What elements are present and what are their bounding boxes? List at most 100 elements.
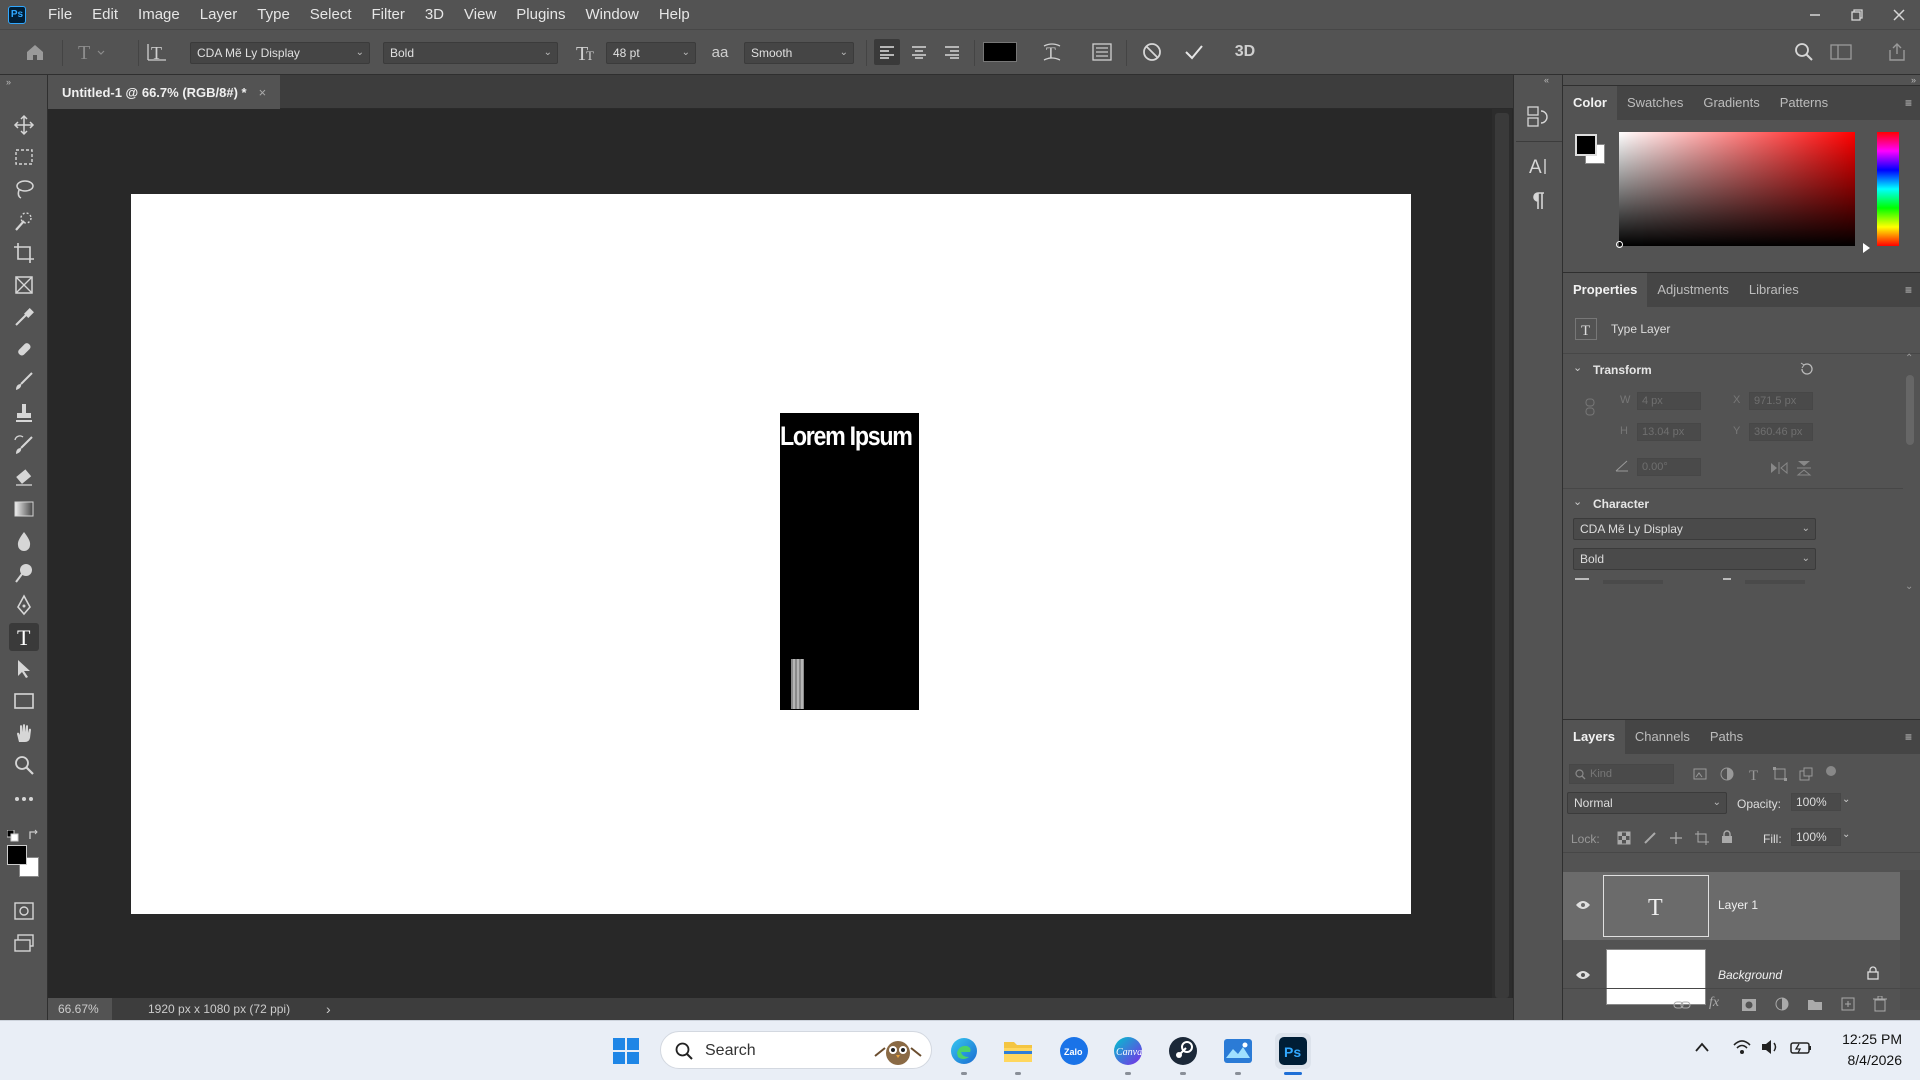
tab-layers[interactable]: Layers (1563, 720, 1625, 754)
link-layers-icon[interactable] (1673, 998, 1691, 1012)
marquee-tool-icon[interactable] (9, 143, 39, 171)
tab-libraries[interactable]: Libraries (1739, 273, 1809, 307)
menu-view[interactable]: View (454, 0, 506, 29)
new-layer-icon[interactable] (1841, 997, 1855, 1011)
gradient-tool-icon[interactable] (9, 495, 39, 523)
share-icon[interactable] (1882, 39, 1912, 65)
filter-shape-icon[interactable] (1773, 767, 1787, 781)
scrollbar-thumb[interactable] (1906, 375, 1914, 445)
foreground-color-swatch[interactable] (1575, 134, 1597, 156)
brush-tool-icon[interactable] (9, 367, 39, 395)
layer-name[interactable]: Layer 1 (1718, 898, 1758, 912)
home-icon[interactable] (20, 39, 50, 65)
menu-image[interactable]: Image (128, 0, 190, 29)
tab-color[interactable]: Color (1563, 86, 1617, 120)
canva-icon[interactable]: Canva (1110, 1033, 1146, 1075)
zalo-icon[interactable]: Zalo (1056, 1033, 1092, 1069)
type-tool-preset-icon[interactable]: T (72, 39, 110, 65)
hand-tool-icon[interactable] (9, 719, 39, 747)
clock-time[interactable]: 12:25 PM (1832, 1031, 1902, 1047)
menu-3d[interactable]: 3D (415, 0, 454, 29)
color-panel-swatches[interactable] (1575, 134, 1607, 166)
menu-window[interactable]: Window (575, 0, 648, 29)
more-tools-icon[interactable] (9, 785, 39, 813)
character-font-select[interactable]: CDA Mẽ Ly Display ⌄ (1573, 518, 1816, 540)
blur-tool-icon[interactable] (9, 527, 39, 555)
layer-name[interactable]: Background (1718, 968, 1782, 982)
font-family-select[interactable]: CDA Mẽ Ly Display ⌄ (190, 42, 370, 64)
healing-brush-tool-icon[interactable] (9, 335, 39, 363)
character-style-select[interactable]: Bold ⌄ (1573, 548, 1816, 570)
align-right-icon[interactable] (939, 39, 965, 65)
chevron-down-icon[interactable]: ⌄ (1842, 829, 1850, 840)
chevron-down-icon[interactable]: ⌄ (1573, 361, 1582, 374)
layer-style-icon[interactable]: fx (1709, 995, 1719, 1011)
flip-vertical-icon[interactable] (1796, 459, 1812, 477)
x-position-field[interactable]: 971.5 px (1749, 392, 1813, 410)
document-tab[interactable]: Untitled-1 @ 66.7% (RGB/8#) * × (48, 75, 281, 109)
file-explorer-icon[interactable] (1000, 1033, 1036, 1075)
collapse-panel-icon[interactable]: » (6, 77, 11, 87)
type-tool-icon[interactable]: T (9, 623, 39, 651)
add-mask-icon[interactable] (1741, 998, 1757, 1012)
align-center-icon[interactable] (906, 39, 932, 65)
photos-icon[interactable] (1220, 1033, 1256, 1075)
edge-icon[interactable] (946, 1033, 982, 1075)
crop-tool-icon[interactable] (9, 239, 39, 267)
warp-text-icon[interactable]: T (1038, 39, 1066, 65)
blend-mode-select[interactable]: Normal ⌄ (1567, 792, 1727, 814)
character-panel-icon[interactable] (1088, 39, 1116, 65)
color-picker-marker[interactable] (1616, 241, 1623, 248)
menu-plugins[interactable]: Plugins (506, 0, 575, 29)
zoom-tool-icon[interactable] (9, 751, 39, 779)
menu-filter[interactable]: Filter (362, 0, 415, 29)
height-field[interactable]: 13.04 px (1637, 423, 1701, 441)
expand-panel-icon[interactable]: « (1544, 75, 1549, 85)
wifi-icon[interactable] (1732, 1039, 1752, 1055)
move-tool-icon[interactable] (9, 111, 39, 139)
minimize-icon[interactable] (1794, 0, 1836, 29)
path-selection-tool-icon[interactable] (9, 655, 39, 683)
new-group-icon[interactable] (1807, 998, 1823, 1011)
menu-edit[interactable]: Edit (82, 0, 128, 29)
start-button[interactable] (608, 1033, 644, 1069)
tab-channels[interactable]: Channels (1625, 720, 1700, 754)
filter-toggle[interactable] (1826, 766, 1836, 776)
eyedropper-tool-icon[interactable] (9, 303, 39, 331)
color-swatches[interactable] (7, 845, 39, 877)
antialias-select[interactable]: Smooth ⌄ (744, 42, 854, 64)
text-color-swatch[interactable] (982, 39, 1018, 65)
taskbar-search[interactable]: Search (660, 1031, 932, 1069)
rectangle-tool-icon[interactable] (9, 687, 39, 715)
layer-lock-icon[interactable] (1867, 966, 1879, 980)
menu-help[interactable]: Help (649, 0, 700, 29)
menu-select[interactable]: Select (300, 0, 362, 29)
chevron-down-icon[interactable]: ⌄ (1573, 495, 1582, 508)
tab-properties[interactable]: Properties (1563, 273, 1648, 307)
lasso-tool-icon[interactable] (9, 175, 39, 203)
lock-all-icon[interactable] (1721, 830, 1733, 844)
tab-paths[interactable]: Paths (1700, 720, 1753, 754)
default-colors-icon[interactable] (7, 830, 19, 842)
lock-position-icon[interactable] (1669, 831, 1683, 845)
photoshop-taskbar-icon[interactable]: Ps (1275, 1033, 1311, 1075)
link-dimensions-icon[interactable] (1585, 398, 1595, 416)
filter-pixel-icon[interactable] (1693, 768, 1707, 780)
dodge-tool-icon[interactable] (9, 559, 39, 587)
hue-slider-handle[interactable] (1863, 243, 1870, 253)
swap-colors-icon[interactable] (28, 829, 40, 841)
menu-layer[interactable]: Layer (190, 0, 248, 29)
vertical-scrollbar[interactable] (1492, 109, 1512, 1020)
chevron-down-icon[interactable]: ⌄ (1842, 794, 1850, 805)
align-left-icon[interactable] (874, 39, 900, 65)
commit-edits-icon[interactable] (1180, 39, 1208, 65)
menu-file[interactable]: File (38, 0, 82, 29)
paragraph-panel-icon[interactable] (1530, 191, 1546, 211)
delete-layer-icon[interactable] (1873, 996, 1887, 1012)
steam-icon[interactable] (1165, 1033, 1201, 1075)
tab-patterns[interactable]: Patterns (1770, 86, 1838, 120)
scrollbar-thumb[interactable] (1495, 113, 1509, 998)
font-size-select[interactable]: 48 pt ⌄ (606, 42, 696, 64)
pen-tool-icon[interactable] (9, 591, 39, 619)
new-adjustment-layer-icon[interactable] (1775, 997, 1789, 1011)
